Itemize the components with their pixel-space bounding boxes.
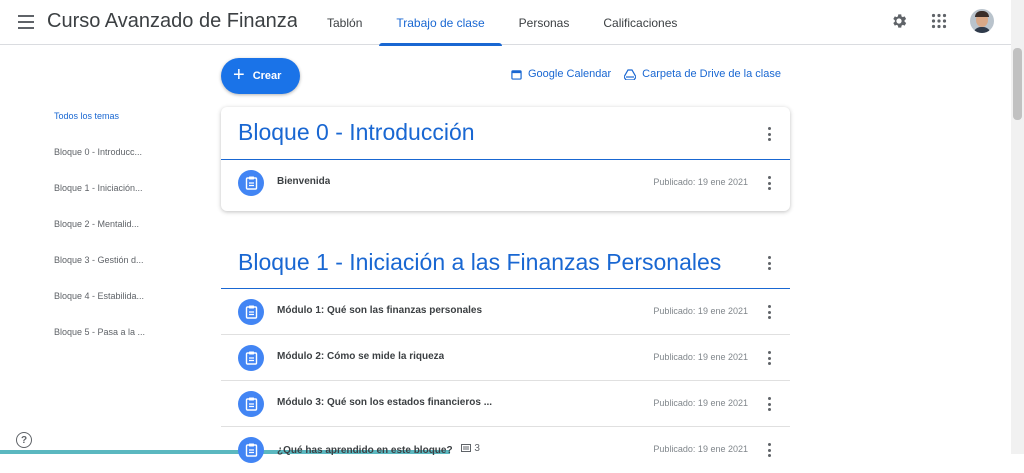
drive-folder-link[interactable]: Carpeta de Drive de la clase: [624, 68, 781, 80]
item-options-icon[interactable]: [762, 304, 776, 320]
list-item[interactable]: Módulo 1: Qué son las finanzas personale…: [221, 289, 790, 335]
item-options-icon[interactable]: [762, 396, 776, 412]
comment-count: 3: [461, 443, 480, 454]
list-item[interactable]: ¿Qué has aprendido en este bloque? 3 Pub…: [221, 427, 790, 473]
item-title: ¿Qué has aprendido en este bloque? 3: [277, 443, 480, 456]
apps-grid-icon[interactable]: [926, 8, 952, 34]
comment-icon: [461, 444, 472, 452]
calendar-link-label: Google Calendar: [528, 68, 612, 80]
tab-people[interactable]: Personas: [502, 0, 587, 45]
item-title: Módulo 3: Qué son los estados financiero…: [277, 397, 493, 408]
google-calendar-link[interactable]: Google Calendar: [511, 68, 611, 80]
item-options-icon[interactable]: [762, 175, 776, 191]
sidebar-item-bloque-0[interactable]: Bloque 0 - Introducc...: [54, 146, 154, 182]
scrollbar[interactable]: [1011, 0, 1024, 454]
sidebar-item-bloque-1[interactable]: Bloque 1 - Iniciación...: [54, 182, 154, 218]
top-app-bar: Curso Avanzado de Finanzas Pe... Tablón …: [0, 0, 1024, 46]
tab-bar: Tablón Trabajo de clase Personas Calific…: [310, 0, 694, 46]
item-date: Publicado: 19 ene 2021: [653, 444, 748, 454]
item-options-icon[interactable]: [762, 442, 776, 458]
list-item[interactable]: Módulo 2: Cómo se mide la riqueza Public…: [221, 335, 790, 381]
topic-options-icon[interactable]: [762, 126, 776, 142]
avatar[interactable]: [970, 9, 994, 33]
sidebar-item-bloque-5[interactable]: Bloque 5 - Pasa a la ...: [54, 326, 154, 362]
class-title[interactable]: Curso Avanzado de Finanzas Pe...: [47, 10, 297, 33]
item-title: Módulo 1: Qué son las finanzas personale…: [277, 305, 483, 316]
calendar-icon: [511, 69, 522, 80]
tab-classwork[interactable]: Trabajo de clase: [379, 0, 502, 46]
scrollbar-thumb[interactable]: [1013, 48, 1022, 120]
item-date: Publicado: 19 ene 2021: [653, 398, 748, 408]
item-title: Bienvenida: [277, 176, 331, 187]
create-button[interactable]: + Crear: [221, 58, 300, 94]
item-date: Publicado: 19 ene 2021: [653, 352, 748, 362]
sidebar-item-bloque-4[interactable]: Bloque 4 - Estabilida...: [54, 290, 154, 326]
tab-stream[interactable]: Tablón: [310, 0, 379, 45]
drive-icon: [624, 68, 637, 80]
help-icon[interactable]: ?: [16, 432, 32, 448]
item-date: Publicado: 19 ene 2021: [653, 306, 748, 316]
topic-section-bloque-1: Bloque 1 - Iniciación a las Finanzas Per…: [221, 245, 790, 463]
settings-icon[interactable]: [886, 8, 912, 34]
assignment-icon: [238, 170, 264, 196]
topics-sidebar: Todos los temas Bloque 0 - Introducc... …: [54, 110, 154, 362]
sidebar-item-bloque-3[interactable]: Bloque 3 - Gestión d...: [54, 254, 154, 290]
topic-options-icon[interactable]: [762, 255, 776, 271]
item-options-icon[interactable]: [762, 350, 776, 366]
plus-icon: +: [233, 64, 245, 86]
comment-count-value: 3: [474, 443, 480, 454]
item-date: Publicado: 19 ene 2021: [653, 177, 748, 187]
assignment-icon: [238, 437, 264, 463]
create-button-label: Crear: [252, 70, 282, 82]
list-item[interactable]: Bienvenida Publicado: 19 ene 2021: [221, 160, 790, 206]
assignment-icon: [238, 345, 264, 371]
list-item[interactable]: Módulo 3: Qué son los estados financiero…: [221, 381, 790, 427]
tab-grades[interactable]: Calificaciones: [586, 0, 694, 45]
sidebar-item-all-topics[interactable]: Todos los temas: [54, 110, 154, 146]
menu-icon[interactable]: [14, 10, 38, 34]
top-right-actions: [886, 8, 994, 34]
topic-card-bloque-0: Bloque 0 - Introducción Bienvenida Publi…: [221, 107, 790, 211]
item-title-text: ¿Qué has aprendido en este bloque?: [277, 445, 453, 456]
item-title: Módulo 2: Cómo se mide la riqueza: [277, 351, 445, 362]
topic-title[interactable]: Bloque 1 - Iniciación a las Finanzas Per…: [238, 249, 721, 276]
assignment-icon: [238, 391, 264, 417]
assignment-icon: [238, 299, 264, 325]
drive-link-label: Carpeta de Drive de la clase: [642, 68, 781, 80]
topic-title[interactable]: Bloque 0 - Introducción: [238, 119, 475, 146]
class-links: Google Calendar Carpeta de Drive de la c…: [511, 68, 781, 80]
sidebar-item-bloque-2[interactable]: Bloque 2 - Mentalid...: [54, 218, 154, 254]
